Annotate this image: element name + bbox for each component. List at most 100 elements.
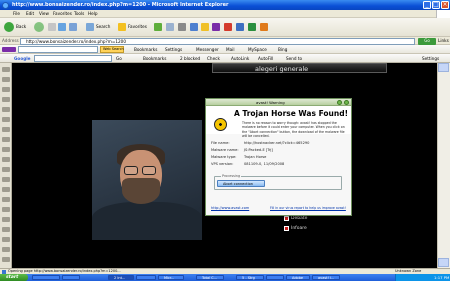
google-autolink[interactable]: AutoLink: [231, 56, 249, 61]
google-logo: Google: [14, 55, 31, 61]
mail-icon[interactable]: [166, 23, 174, 31]
menu-help[interactable]: Help: [88, 11, 98, 16]
tool-icon[interactable]: [2, 237, 10, 242]
stop-icon[interactable]: [48, 23, 56, 31]
yahoo-search-input[interactable]: [18, 46, 98, 53]
tool-icon[interactable]: [2, 187, 10, 192]
yahoo-bing[interactable]: Bing: [278, 47, 287, 52]
go-button[interactable]: Go: [418, 38, 436, 45]
menu-favorites[interactable]: Favorites: [53, 11, 72, 16]
task-button[interactable]: Total C...: [196, 275, 224, 280]
tool-icon[interactable]: [2, 77, 10, 82]
tool-icon[interactable]: [2, 67, 10, 72]
tool-icon[interactable]: [2, 217, 10, 222]
tool-icon[interactable]: [2, 257, 10, 262]
google-popup-blocker[interactable]: 2 blocked: [180, 56, 200, 61]
toolbar-extra2-icon[interactable]: [236, 23, 244, 31]
yahoo-messenger[interactable]: Messenger: [196, 47, 219, 52]
menu-file[interactable]: File: [13, 11, 20, 16]
tool-icon[interactable]: [2, 247, 10, 252]
edit-icon[interactable]: [190, 23, 198, 31]
abort-connection-button[interactable]: Abort connection: [217, 180, 265, 187]
google-bookmarks[interactable]: Bookmarks: [143, 56, 166, 61]
tool-icon[interactable]: [2, 127, 10, 132]
tool-icon[interactable]: [2, 167, 10, 172]
yahoo-logo-icon[interactable]: [2, 47, 16, 52]
google-check[interactable]: Check: [207, 56, 220, 61]
favorites-button-label[interactable]: Favorites: [128, 24, 147, 29]
start-button[interactable]: start: [0, 274, 28, 281]
page-header-title: alegeri generale: [255, 64, 309, 73]
virus-report-link[interactable]: Fill in our virus report to help us impr…: [270, 206, 346, 210]
menu-view[interactable]: View: [39, 11, 49, 16]
menu-edit[interactable]: Edit: [26, 11, 34, 16]
google-settings[interactable]: Settings: [422, 56, 439, 61]
tool-icon[interactable]: [2, 97, 10, 102]
links-label[interactable]: Links: [438, 38, 449, 43]
google-autofill[interactable]: AutoFill: [258, 56, 273, 61]
tool-icon[interactable]: [2, 177, 10, 182]
window-title: http://www.bonsaizender.ro/index.php?m=1…: [12, 1, 229, 8]
close-button[interactable]: ×: [441, 1, 449, 9]
yahoo-icon[interactable]: [212, 23, 220, 31]
clock[interactable]: 1:17 PM: [434, 275, 449, 280]
task-button[interactable]: [266, 275, 284, 280]
menu-tools[interactable]: Tools: [74, 11, 84, 16]
task-button[interactable]: [136, 275, 156, 280]
google-send-to[interactable]: Send to: [286, 56, 302, 61]
print-icon[interactable]: [178, 23, 186, 31]
toolbar-extra3-icon[interactable]: [248, 23, 256, 31]
vertical-scrollbar[interactable]: [437, 63, 450, 268]
tool-icon[interactable]: [2, 87, 10, 92]
tool-icon[interactable]: [2, 117, 10, 122]
tool-icon[interactable]: [2, 147, 10, 152]
tool-icon[interactable]: [2, 107, 10, 112]
field-label: Malware type:: [211, 155, 237, 159]
scroll-down-arrow[interactable]: [438, 258, 449, 267]
home-icon[interactable]: [69, 23, 77, 31]
yahoo-web-search-button[interactable]: Web Search: [100, 46, 124, 53]
favorites-star-icon[interactable]: [118, 23, 126, 31]
toolbar-extra4-icon[interactable]: [260, 23, 268, 31]
tool-icon[interactable]: [2, 157, 10, 162]
task-button[interactable]: Adobe: [286, 275, 310, 280]
search-button-label[interactable]: Search: [96, 24, 110, 29]
dialog-message: There is no reason to worry though: avas…: [242, 121, 345, 138]
yahoo-settings[interactable]: Settings: [165, 47, 182, 52]
address-input[interactable]: http://www.bonsaizender.ro/index.php?m=1…: [20, 38, 415, 45]
search-icon[interactable]: [86, 23, 94, 31]
task-button[interactable]: 5 - Strg: [236, 275, 264, 280]
messenger-icon[interactable]: [201, 23, 209, 31]
side-menu-debate[interactable]: Debate: [284, 215, 324, 222]
tool-icon[interactable]: [2, 207, 10, 212]
back-button-label[interactable]: Back: [16, 24, 26, 29]
history-icon[interactable]: [154, 23, 162, 31]
minimize-button[interactable]: _: [423, 1, 431, 9]
yahoo-bookmarks[interactable]: Bookmarks: [134, 47, 157, 52]
task-button[interactable]: [32, 275, 60, 280]
dialog-close-icon[interactable]: [344, 100, 349, 105]
refresh-icon[interactable]: [58, 23, 66, 31]
yahoo-mail[interactable]: Mail: [226, 47, 235, 52]
dialog-minimize-icon[interactable]: [337, 100, 342, 105]
forward-arrow-icon[interactable]: [34, 22, 44, 32]
field-label: Malware name:: [211, 148, 239, 152]
yahoo-myspace[interactable]: MySpace: [248, 47, 267, 52]
task-button[interactable]: [62, 275, 80, 280]
side-menu-infoare[interactable]: Infoare: [284, 225, 324, 232]
maximize-button[interactable]: □: [432, 1, 440, 9]
task-button[interactable]: avast! i...: [312, 275, 340, 280]
scroll-up-arrow[interactable]: [438, 63, 449, 72]
toolbar-extra-icon[interactable]: [224, 23, 232, 31]
page-side-menu: Debate Infoare: [284, 215, 334, 247]
google-go-button[interactable]: Go: [116, 56, 122, 61]
tool-icon[interactable]: [2, 227, 10, 232]
avast-website-link[interactable]: http://www.avast.com: [211, 206, 249, 211]
tool-icon[interactable]: [2, 137, 10, 142]
dialog-heading: A Trojan Horse Was Found!: [234, 109, 349, 118]
tool-icon[interactable]: [2, 197, 10, 202]
back-arrow-icon[interactable]: [4, 22, 14, 32]
task-button[interactable]: Micr...: [158, 275, 184, 280]
google-search-input[interactable]: [34, 55, 112, 62]
task-button[interactable]: 2 Int...: [108, 275, 134, 280]
